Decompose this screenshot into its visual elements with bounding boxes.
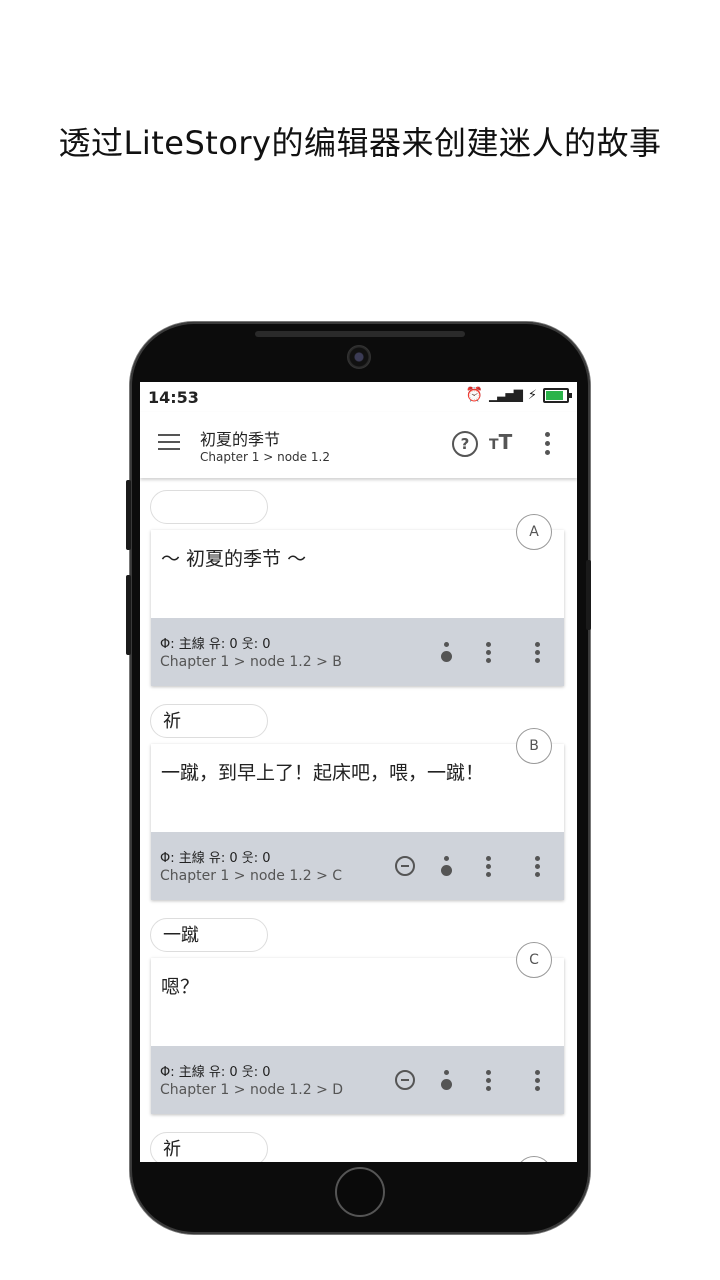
more-vert-icon[interactable] [486,1070,492,1094]
card-path: Chapter 1 > node 1.2 > D [160,1082,344,1098]
node-list: ～ 初夏的季节 ～ Φ: 主線 유: 0 웃: 0 Chapter 1 > no… [140,478,577,1162]
speaker-chip[interactable] [150,490,268,524]
remove-circle-icon[interactable] [395,856,415,876]
app-bar: 初夏的季节 Chapter 1 > node 1.2 ? TT [140,412,577,478]
dialogue-text: ～ 初夏的季节 ～ [161,548,307,570]
more-vert-icon[interactable] [486,642,492,666]
node-badge[interactable]: A [516,514,552,550]
status-bar: 14:53 ⏰ ▁▃▅▇ ⚡ [140,382,577,412]
dialogue-card[interactable]: 嗯？ Φ: 主線 유: 0 웃: 0 Chapter 1 > node 1.2 … [151,958,564,1114]
earpiece [255,331,465,337]
card-footer: Φ: 主線 유: 0 웃: 0 Chapter 1 > node 1.2 > C [151,832,564,900]
status-icons: ⏰ ▁▃▅▇ ⚡ [465,387,572,403]
dialogue-card[interactable]: ～ 初夏的季节 ～ Φ: 主線 유: 0 웃: 0 Chapter 1 > no… [151,530,564,686]
battery-icon [543,387,572,403]
dialogue-card[interactable]: 一蹴，到早上了！起床吧，喂，一蹴！ Φ: 主線 유: 0 웃: 0 Chapte… [151,744,564,900]
card-path: Chapter 1 > node 1.2 > B [160,654,342,670]
dialogue-text: 嗯？ [161,976,200,998]
more-vert-icon[interactable] [535,1070,541,1094]
card-meta: Φ: 主線 유: 0 웃: 0 [160,1065,271,1080]
volume-button [126,480,131,550]
pin-icon[interactable] [441,856,453,878]
front-camera [347,345,371,369]
menu-icon[interactable] [158,434,180,452]
alarm-icon: ⏰ [465,387,483,403]
pin-icon[interactable] [441,1070,453,1092]
dialogue-text: 一蹴，到早上了！起床吧，喂，一蹴！ [161,762,485,784]
card-meta: Φ: 主線 유: 0 웃: 0 [160,637,271,652]
app-title: 初夏的季节 [200,430,281,449]
node-badge[interactable]: C [516,942,552,978]
speaker-chip[interactable]: 一蹴 [150,918,268,952]
charging-icon: ⚡ [527,387,537,403]
home-button[interactable] [335,1167,385,1217]
text-size-icon[interactable]: TT [489,430,512,454]
card-path: Chapter 1 > node 1.2 > C [160,868,343,884]
breadcrumb: Chapter 1 > node 1.2 [200,450,330,464]
pin-icon[interactable] [441,642,453,664]
card-meta: Φ: 主線 유: 0 웃: 0 [160,851,271,866]
speaker-chip[interactable]: 祈 [150,704,268,738]
more-vert-icon[interactable] [540,432,554,456]
card-footer: Φ: 主線 유: 0 웃: 0 Chapter 1 > node 1.2 > D [151,1046,564,1114]
node-badge[interactable] [516,1156,552,1162]
more-vert-icon[interactable] [486,856,492,880]
phone-screen: 14:53 ⏰ ▁▃▅▇ ⚡ 初夏的季节 Chapter 1 > node 1.… [140,382,577,1162]
card-footer: Φ: 主線 유: 0 웃: 0 Chapter 1 > node 1.2 > B [151,618,564,686]
more-vert-icon[interactable] [535,856,541,880]
more-vert-icon[interactable] [535,642,541,666]
volume-button-2 [126,575,131,655]
signal-icon: ▁▃▅▇ [488,388,523,402]
speaker-chip[interactable]: 祈 [150,1132,268,1162]
help-icon[interactable]: ? [452,431,478,457]
remove-circle-icon[interactable] [395,1070,415,1090]
promo-headline: 透过LiteStory的编辑器来创建迷人的故事 [58,124,662,162]
status-time: 14:53 [148,388,199,407]
node-badge[interactable]: B [516,728,552,764]
power-button [586,560,591,630]
